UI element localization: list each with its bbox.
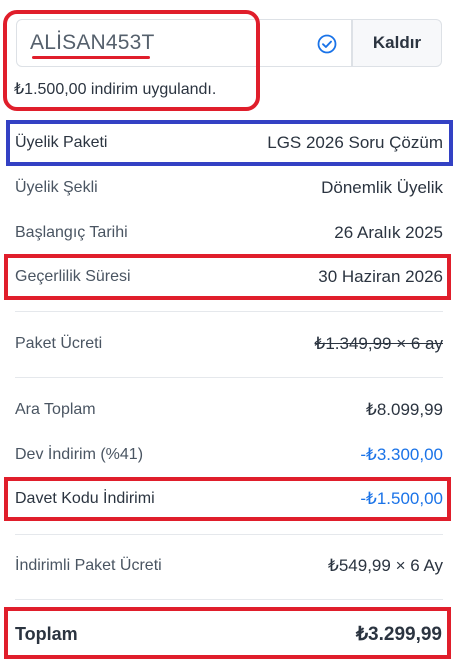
coupon-highlight — [3, 10, 260, 111]
big-discount-label: Dev İndirim (%41) — [15, 446, 144, 463]
divider — [15, 377, 443, 378]
invite-discount-value: -₺1.500,00 — [360, 489, 443, 508]
package-fee-label: Paket Ücreti — [15, 335, 103, 352]
start-date-label: Başlangıç Tarihi — [15, 224, 128, 241]
subtotal-value: ₺8.099,99 — [366, 400, 443, 419]
membership-type-label: Üyelik Şekli — [15, 179, 98, 196]
divider — [15, 311, 443, 312]
discounted-fee-label: İndirimli Paket Ücreti — [15, 557, 162, 574]
total-value: ₺3.299,99 — [355, 624, 442, 645]
check-circle-icon — [317, 34, 337, 54]
membership-type-value: Dönemlik Üyelik — [321, 178, 443, 197]
discounted-fee-value: ₺549,99 × 6 Ay — [328, 556, 443, 575]
remove-coupon-button[interactable]: Kaldır — [352, 19, 442, 67]
big-discount-value: -₺3.300,00 — [360, 445, 443, 464]
package-value: LGS 2026 Soru Çözüm — [267, 133, 443, 152]
divider — [15, 534, 443, 535]
package-label: Üyelik Paketi — [15, 134, 108, 151]
package-fee-value: ₺1.349,99 × 6 ay — [314, 334, 444, 353]
validity-value: 30 Haziran 2026 — [318, 267, 443, 286]
validity-label: Geçerlilik Süresi — [15, 268, 131, 285]
subtotal-label: Ara Toplam — [15, 401, 96, 418]
invite-discount-label: Davet Kodu İndirimi — [15, 490, 155, 507]
start-date-value: 26 Aralık 2025 — [334, 223, 443, 242]
total-label: Toplam — [15, 624, 78, 644]
divider — [15, 599, 443, 600]
